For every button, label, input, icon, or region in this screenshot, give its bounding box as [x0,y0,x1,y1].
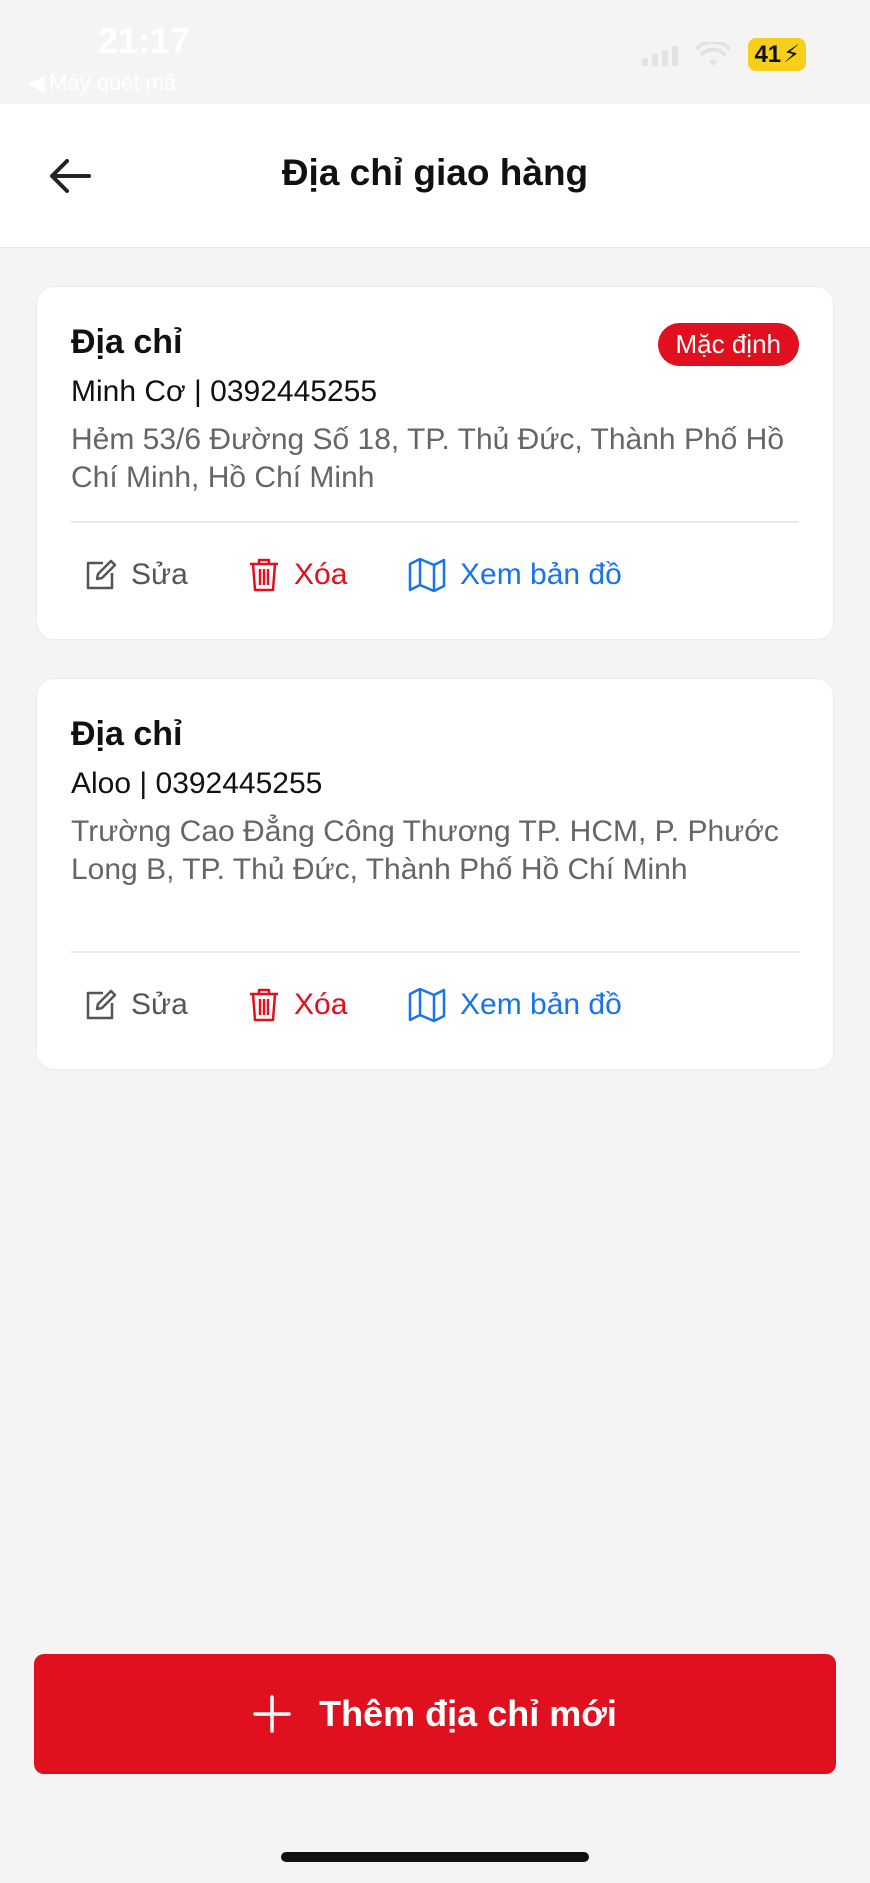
card-divider [71,521,799,523]
battery-indicator: 41 ⚡ [748,38,806,71]
home-indicator[interactable] [281,1852,589,1862]
edit-label: Sửa [131,558,188,591]
trash-icon [250,558,278,592]
back-triangle-icon: ◀ [28,70,45,95]
address-card[interactable]: Địa chỉ Aloo | 0392445255 Trường Cao Đẳn… [36,678,834,1070]
edit-button[interactable]: Sửa [83,988,248,1022]
battery-level: 41 [754,40,782,68]
charging-bolt-icon: ⚡ [783,41,800,68]
delete-button[interactable]: Xóa [248,987,408,1023]
page-title: Địa chỉ giao hàng [281,152,589,193]
address-card-title: Địa chỉ [71,715,183,753]
view-map-label: Xem bản đồ [460,558,622,591]
address-card[interactable]: Địa chỉ Mặc định Minh Cơ | 0392445255 Hẻ… [36,286,834,640]
default-badge: Mặc định [657,323,799,366]
plus-icon [253,1695,291,1733]
delete-label: Xóa [294,558,348,591]
delete-label: Xóa [294,988,348,1021]
card-divider [71,951,799,953]
edit-button[interactable]: Sửa [83,558,248,592]
edit-label: Sửa [131,988,188,1021]
view-map-button[interactable]: Xem bản đồ [408,557,622,593]
address-actions: Sửa Xóa Xem bản đồ [83,557,622,593]
cellular-signal-icon [642,44,679,66]
address-card-title: Địa chỉ [71,323,183,361]
add-address-button[interactable]: Thêm địa chỉ mới [34,1654,836,1774]
back-to-app-link[interactable]: ◀ Máy quét mã [28,70,176,96]
wifi-icon [696,41,731,66]
status-bar: 21:17 ◀ Máy quét mã 41 ⚡ [0,0,870,104]
status-indicators: 41 ⚡ [642,38,806,71]
view-map-label: Xem bản đồ [460,988,622,1021]
address-actions: Sửa Xóa Xem bản đồ [83,987,622,1023]
trash-icon [250,988,278,1022]
address-contact: Aloo | 0392445255 [71,767,323,800]
edit-icon [86,559,117,590]
map-icon [408,987,446,1023]
address-contact: Minh Cơ | 0392445255 [71,375,378,408]
map-icon [408,557,446,593]
address-text: Trường Cao Đẳng Công Thương TP. HCM, P. … [71,815,779,886]
page-header: Địa chỉ giao hàng [0,104,870,248]
address-text: Hẻm 53/6 Đường Số 18, TP. Thủ Đức, Thành… [71,423,785,494]
add-address-label: Thêm địa chỉ mới [319,1693,617,1734]
view-map-button[interactable]: Xem bản đồ [408,987,622,1023]
edit-icon [86,989,117,1020]
delete-button[interactable]: Xóa [248,557,408,593]
status-time: 21:17 [98,20,191,61]
back-app-label: Máy quét mã [48,70,177,95]
